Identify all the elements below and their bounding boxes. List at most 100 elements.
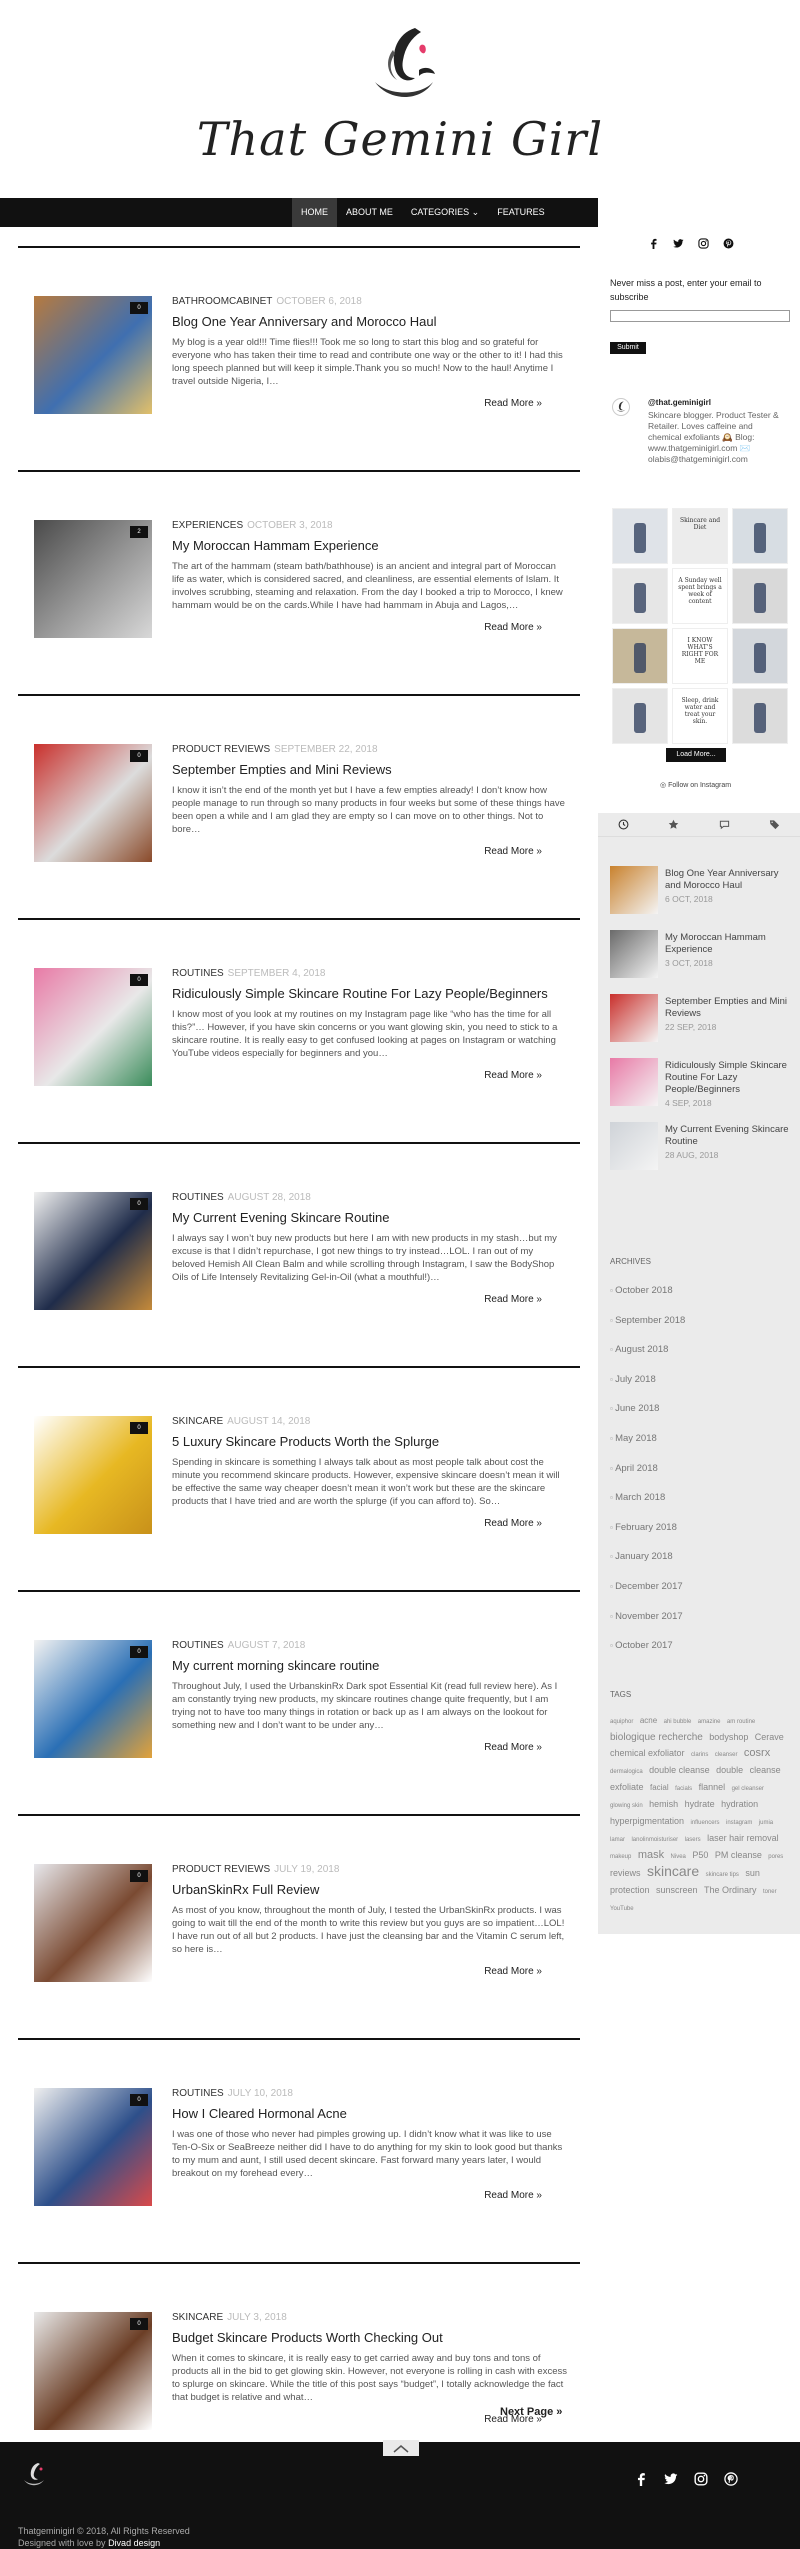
tag-link[interactable]: hyperpigmentation: [610, 1816, 684, 1826]
next-page-link[interactable]: Next Page »: [500, 2406, 562, 2418]
tag-link[interactable]: cosrx: [744, 1747, 770, 1759]
instagram-post[interactable]: Skincare and Diet: [672, 508, 728, 564]
recent-post-title[interactable]: Blog One Year Anniversary and Morocco Ha…: [665, 868, 795, 892]
tag-link[interactable]: skincare tips: [706, 1872, 739, 1878]
post-category[interactable]: SKINCARE: [172, 1416, 223, 1427]
site-title[interactable]: That Gemini Girl: [0, 112, 800, 166]
tag-link[interactable]: am routine: [727, 1719, 755, 1725]
back-to-top-button[interactable]: [383, 2440, 419, 2456]
post-title[interactable]: UrbanSkinRx Full Review: [172, 1882, 572, 1897]
tag-link[interactable]: lanolinmoisturiser: [631, 1837, 678, 1843]
nav-item-about[interactable]: ABOUT ME: [337, 198, 402, 227]
comment-count-badge[interactable]: 0: [130, 1870, 148, 1882]
read-more-link[interactable]: Read More »: [484, 2190, 542, 2201]
post-category[interactable]: BATHROOMCABINET: [172, 296, 272, 307]
recent-post-title[interactable]: Ridiculously Simple Skincare Routine For…: [665, 1060, 795, 1096]
instagram-post[interactable]: A Sunday well spent brings a week of con…: [672, 568, 728, 624]
comment-count-badge[interactable]: 0: [130, 2318, 148, 2330]
post-title[interactable]: Blog One Year Anniversary and Morocco Ha…: [172, 314, 572, 329]
instagram-avatar[interactable]: [612, 398, 630, 416]
pinterest-icon[interactable]: [724, 2472, 738, 2486]
recent-post-item[interactable]: My Current Evening Skincare Routine 28 AU…: [610, 1122, 795, 1174]
recent-post-title[interactable]: My Moroccan Hammam Experience: [665, 932, 795, 956]
tag-link[interactable]: gel cleanser: [732, 1786, 764, 1792]
recent-post-thumbnail[interactable]: [610, 866, 658, 914]
post-category[interactable]: ROUTINES: [172, 1640, 224, 1651]
tag-link[interactable]: exfoliate: [610, 1782, 644, 1792]
recent-post-title[interactable]: September Empties and Mini Reviews: [665, 996, 795, 1020]
tag-link[interactable]: instagram: [726, 1820, 752, 1826]
tag-link[interactable]: amazine: [698, 1719, 721, 1725]
follow-instagram-link[interactable]: ◎ Follow on Instagram: [660, 781, 731, 789]
post-title[interactable]: 5 Luxury Skincare Products Worth the Spl…: [172, 1434, 572, 1449]
facebook-icon[interactable]: [634, 2472, 648, 2486]
tag-link[interactable]: double: [716, 1765, 743, 1775]
recent-post-item[interactable]: September Empties and Mini Reviews 22 SEP…: [610, 994, 795, 1046]
logo-icon[interactable]: [355, 20, 450, 115]
post-category[interactable]: PRODUCT REVIEWS: [172, 744, 270, 755]
clock-icon[interactable]: [618, 819, 629, 830]
post-thumbnail[interactable]: 0: [34, 744, 152, 862]
tag-link[interactable]: biologique recherche: [610, 1732, 703, 1743]
tag-link[interactable]: pores: [768, 1854, 783, 1860]
tag-link[interactable]: Cerave: [755, 1732, 784, 1742]
tag-link[interactable]: hydration: [721, 1799, 758, 1809]
tag-link[interactable]: bodyshop: [709, 1732, 748, 1742]
submit-button[interactable]: Submit: [610, 342, 646, 354]
comment-count-badge[interactable]: 0: [130, 1646, 148, 1658]
recent-post-thumbnail[interactable]: [610, 994, 658, 1042]
tag-link[interactable]: mask: [638, 1849, 664, 1861]
archive-link[interactable]: November 2017: [610, 1611, 683, 1622]
post-category[interactable]: SKINCARE: [172, 2312, 223, 2323]
post-thumbnail[interactable]: 0: [34, 1640, 152, 1758]
post-category[interactable]: ROUTINES: [172, 1192, 224, 1203]
post-title[interactable]: My Current Evening Skincare Routine: [172, 1210, 572, 1225]
tag-link[interactable]: skincare: [647, 1863, 699, 1879]
archive-link[interactable]: October 2017: [610, 1640, 673, 1651]
tag-link[interactable]: toner: [763, 1889, 777, 1895]
tag-link[interactable]: dermalogica: [610, 1769, 643, 1775]
tag-link[interactable]: reviews: [610, 1868, 641, 1878]
archive-link[interactable]: September 2018: [610, 1315, 685, 1326]
recent-post-thumbnail[interactable]: [610, 1058, 658, 1106]
instagram-handle[interactable]: @that.geminigirl: [648, 398, 711, 407]
tag-link[interactable]: P50: [692, 1850, 708, 1860]
read-more-link[interactable]: Read More »: [484, 1742, 542, 1753]
pinterest-icon[interactable]: [723, 238, 734, 249]
archive-link[interactable]: July 2018: [610, 1374, 656, 1385]
instagram-post[interactable]: [612, 688, 668, 744]
post-thumbnail[interactable]: 2: [34, 520, 152, 638]
archive-link[interactable]: April 2018: [610, 1463, 658, 1474]
read-more-link[interactable]: Read More »: [484, 1518, 542, 1529]
facebook-icon[interactable]: [648, 238, 659, 249]
post-thumbnail[interactable]: 0: [34, 2088, 152, 2206]
read-more-link[interactable]: Read More »: [484, 1966, 542, 1977]
twitter-icon[interactable]: [673, 238, 684, 249]
comment-count-badge[interactable]: 0: [130, 1422, 148, 1434]
tag-link[interactable]: laser hair removal: [707, 1833, 779, 1843]
comment-count-badge[interactable]: 2: [130, 526, 148, 538]
nav-item-categories[interactable]: CATEGORIES ⌄: [402, 198, 488, 227]
tag-link[interactable]: lamar: [610, 1837, 625, 1843]
tag-link[interactable]: chemical exfoliator: [610, 1748, 685, 1758]
instagram-icon[interactable]: [698, 238, 709, 249]
archive-link[interactable]: August 2018: [610, 1344, 668, 1355]
tag-link[interactable]: makeup: [610, 1854, 631, 1860]
twitter-icon[interactable]: [664, 2472, 678, 2486]
post-title[interactable]: Ridiculously Simple Skincare Routine For…: [172, 986, 572, 1001]
tag-link[interactable]: The Ordinary: [704, 1885, 757, 1895]
tag-link[interactable]: aquiphor: [610, 1719, 633, 1725]
post-title[interactable]: September Empties and Mini Reviews: [172, 762, 572, 777]
post-thumbnail[interactable]: 0: [34, 296, 152, 414]
tag-link[interactable]: double cleanse: [649, 1765, 710, 1775]
post-category[interactable]: ROUTINES: [172, 968, 224, 979]
recent-post-item[interactable]: Blog One Year Anniversary and Morocco Ha…: [610, 866, 795, 918]
tag-link[interactable]: facials: [675, 1786, 692, 1792]
tag-link[interactable]: hydrate: [685, 1799, 715, 1809]
tag-link[interactable]: PM cleanse: [715, 1850, 762, 1860]
recent-post-thumbnail[interactable]: [610, 1122, 658, 1170]
read-more-link[interactable]: Read More »: [484, 398, 542, 409]
post-title[interactable]: My Moroccan Hammam Experience: [172, 538, 572, 553]
instagram-post[interactable]: Sleep, drink water and treat your skin.: [672, 688, 728, 744]
post-thumbnail[interactable]: 0: [34, 1416, 152, 1534]
